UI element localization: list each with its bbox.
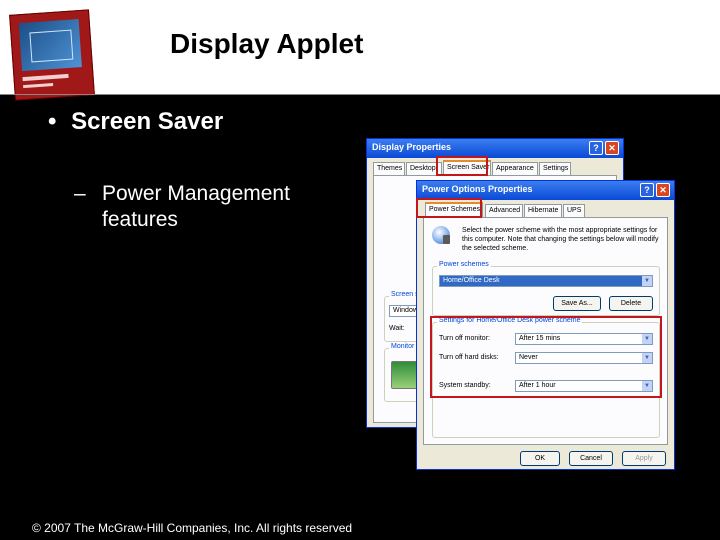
power-scheme-select[interactable]: Home/Office Desk ▼ [439,275,653,287]
bullet-sub-text: Power Management features [102,182,290,231]
power-schemes-label: Power schemes [437,261,491,268]
power-scheme-value: Home/Office Desk [443,277,500,284]
help-button[interactable]: ? [589,141,603,155]
apply-button[interactable]: Apply [622,451,666,466]
power-settings-highlight [430,316,662,398]
screen-saver-tab-highlight [436,156,488,176]
ok-button[interactable]: OK [520,451,560,466]
copyright-footer: © 2007 The McGraw-Hill Companies, Inc. A… [32,521,353,535]
power-scheme-icon [432,226,450,244]
book-cover-logo [9,9,95,101]
delete-button[interactable]: Delete [609,296,653,311]
bullet-main-text: Screen Saver [71,108,224,135]
wait-label: Wait: [389,325,405,332]
power-schemes-description: Select the power scheme with the most ap… [462,227,659,252]
tab-settings[interactable]: Settings [539,162,571,175]
tab-advanced[interactable]: Advanced [485,204,523,217]
tab-themes[interactable]: Themes [373,162,405,175]
tab-hibernate[interactable]: Hibernate [524,204,562,217]
power-schemes-group: Power schemes Home/Office Desk ▼ Save As… [432,261,660,316]
slide-title: Display Applet [170,28,364,59]
power-schemes-tab-highlight [416,198,482,218]
display-properties-titlebar[interactable]: Display Properties ? ✕ [367,139,623,158]
bullet-marker: • [48,108,57,135]
divider [0,94,720,95]
power-options-title: Power Options Properties [422,184,533,194]
chevron-down-icon: ▼ [642,276,652,286]
close-button[interactable]: ✕ [656,183,670,197]
bullet-sub-dash: – [74,182,86,205]
cancel-button[interactable]: Cancel [569,451,613,466]
save-as-button[interactable]: Save As... [553,296,601,311]
bullet-main: • Screen Saver [48,108,223,136]
tab-ups[interactable]: UPS [563,204,585,217]
help-button[interactable]: ? [640,183,654,197]
display-properties-title: Display Properties [372,142,452,152]
title-banner: Display Applet [0,0,720,101]
tab-appearance[interactable]: Appearance [492,162,538,175]
close-button[interactable]: ✕ [605,141,619,155]
